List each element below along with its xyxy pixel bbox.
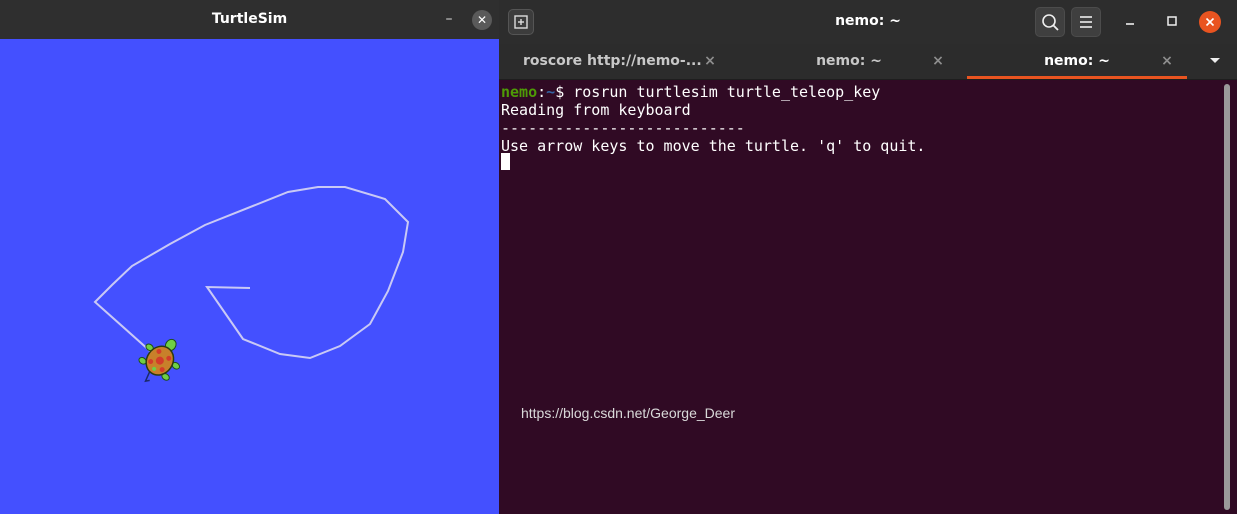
prompt-colon: : bbox=[537, 83, 547, 101]
search-button[interactable] bbox=[1035, 7, 1065, 37]
turtlesim-background bbox=[0, 39, 499, 514]
output-line: --------------------------- bbox=[501, 119, 745, 137]
prompt-line: nemo:~$ rosrun turtlesim turtle_teleop_k… bbox=[501, 83, 880, 101]
turtlesim-window: TurtleSim – ✕ bbox=[0, 0, 499, 514]
prompt-user: nemo bbox=[501, 83, 538, 101]
turtlesim-titlebar[interactable]: TurtleSim – ✕ bbox=[0, 0, 499, 39]
terminal-minimize-button[interactable] bbox=[1121, 12, 1139, 30]
turtlesim-minimize-button[interactable]: – bbox=[440, 10, 458, 28]
search-icon bbox=[1042, 14, 1059, 31]
prompt-symbol: $ bbox=[555, 83, 574, 101]
tab-label: roscore http://nemo-... bbox=[523, 53, 702, 69]
terminal-headerbar[interactable]: nemo: ~ bbox=[499, 0, 1237, 44]
chevron-down-icon bbox=[1210, 58, 1220, 63]
terminal-maximize-button[interactable] bbox=[1163, 12, 1181, 30]
tab-nemo-active[interactable]: nemo: ~ × bbox=[967, 44, 1187, 80]
turtlesim-close-button[interactable]: ✕ bbox=[472, 10, 492, 30]
output-line: Use arrow keys to move the turtle. 'q' t… bbox=[501, 137, 926, 155]
tab-label: nemo: ~ bbox=[816, 53, 882, 69]
hamburger-icon bbox=[1080, 16, 1092, 28]
turtlesim-title: TurtleSim bbox=[211, 11, 288, 27]
terminal-output[interactable]: nemo:~$ rosrun turtlesim turtle_teleop_k… bbox=[499, 80, 1237, 514]
terminal-window: nemo: ~ roscore http://nemo-... × nemo: … bbox=[499, 0, 1237, 514]
turtlesim-canvas bbox=[0, 39, 499, 514]
terminal-scrollbar[interactable] bbox=[1224, 84, 1230, 510]
close-icon bbox=[1205, 17, 1215, 27]
tab-label: nemo: ~ bbox=[1044, 53, 1110, 69]
tab-close-icon[interactable]: × bbox=[931, 53, 945, 69]
tab-bar: roscore http://nemo-... × nemo: ~ × nemo… bbox=[499, 44, 1237, 80]
tab-list-dropdown[interactable] bbox=[1205, 53, 1225, 69]
tab-roscore[interactable]: roscore http://nemo-... × bbox=[499, 44, 733, 80]
watermark: https://blog.csdn.net/George_Deer bbox=[520, 405, 735, 421]
tab-close-icon[interactable]: × bbox=[1160, 53, 1174, 69]
text-cursor bbox=[501, 153, 510, 170]
output-line: Reading from keyboard bbox=[501, 101, 691, 119]
command-text: rosrun turtlesim turtle_teleop_key bbox=[573, 83, 881, 101]
prompt-path: ~ bbox=[546, 83, 556, 101]
tab-close-icon[interactable]: × bbox=[703, 53, 717, 69]
tab-nemo-2[interactable]: nemo: ~ × bbox=[733, 44, 967, 80]
menu-button[interactable] bbox=[1071, 7, 1101, 37]
active-tab-indicator bbox=[967, 76, 1187, 79]
maximize-icon bbox=[1167, 16, 1177, 26]
terminal-close-button[interactable] bbox=[1199, 11, 1221, 33]
minimize-icon bbox=[1126, 23, 1134, 25]
